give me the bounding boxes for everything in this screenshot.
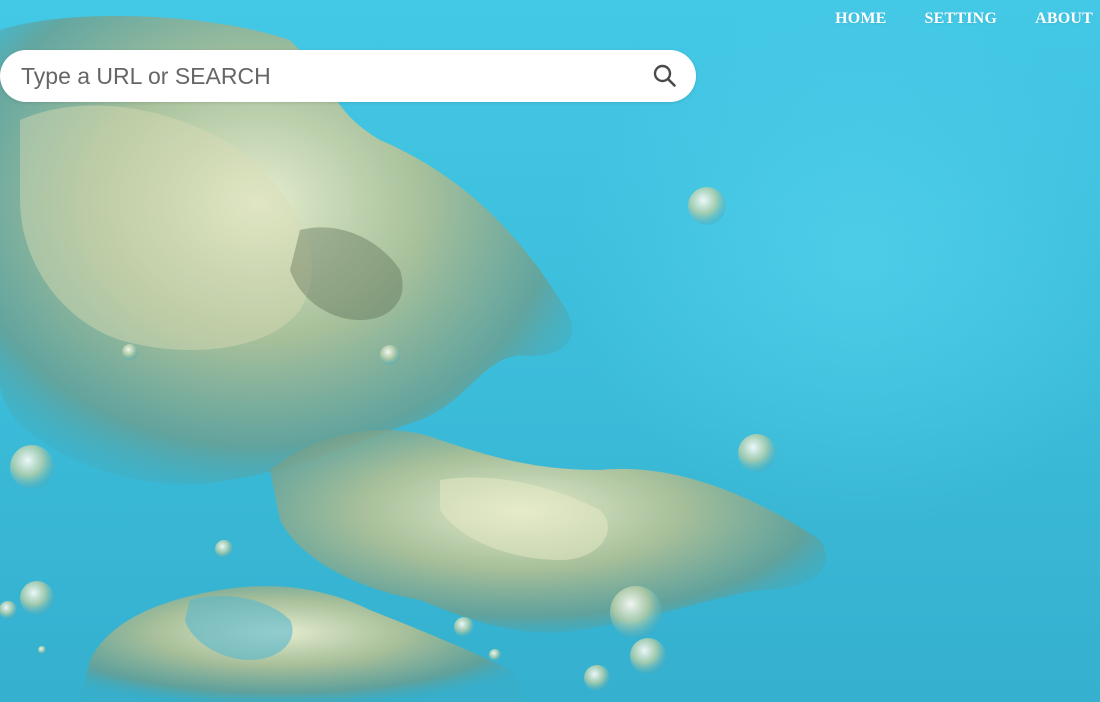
nav-link-setting[interactable]: SETTING bbox=[906, 9, 1017, 29]
search-input[interactable] bbox=[0, 50, 641, 102]
top-navigation: HOME SETTING ABOUT bbox=[816, 9, 1100, 29]
bubbles-illustration bbox=[0, 16, 827, 702]
nav-link-about[interactable]: ABOUT bbox=[1016, 9, 1100, 29]
nav-link-home[interactable]: HOME bbox=[816, 9, 905, 29]
background-wallpaper bbox=[0, 0, 1100, 702]
search-icon[interactable] bbox=[651, 62, 679, 90]
search-bar bbox=[0, 50, 696, 102]
